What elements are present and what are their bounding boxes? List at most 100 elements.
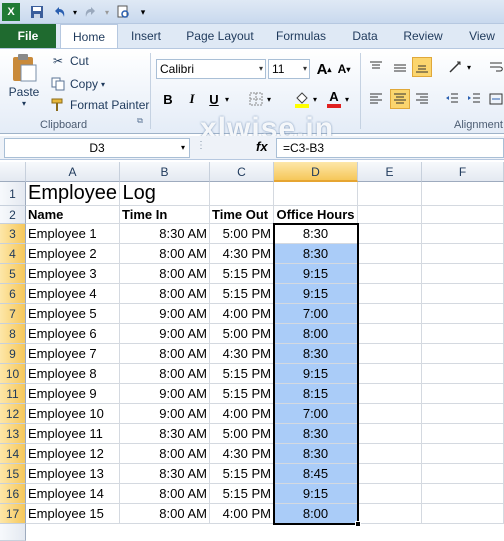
cell-d17[interactable]: 8:00 <box>274 504 358 524</box>
cell-a7[interactable]: Employee 5 <box>26 304 120 324</box>
cell-e5[interactable] <box>358 264 422 284</box>
row-header[interactable]: 2 <box>0 206 26 224</box>
cell-e16[interactable] <box>358 484 422 504</box>
increase-indent-button[interactable] <box>464 89 484 109</box>
row-header[interactable]: 1 <box>0 182 26 206</box>
cell-c11[interactable]: 5:15 PM <box>210 384 274 404</box>
font-color-button[interactable]: A <box>324 89 344 109</box>
cell-b15[interactable]: 8:30 AM <box>120 464 210 484</box>
cell-b6[interactable]: 8:00 AM <box>120 284 210 304</box>
cell-a10[interactable]: Employee 8 <box>26 364 120 384</box>
fill-color-button[interactable] <box>292 89 312 109</box>
cell-d10[interactable]: 9:15 <box>274 364 358 384</box>
customize-qat-icon[interactable]: ▾ <box>134 3 152 21</box>
formula-bar-grip-icon[interactable]: ⋮ <box>196 140 208 156</box>
cell-f3[interactable] <box>422 224 504 244</box>
tab-view[interactable]: View <box>464 24 500 48</box>
cell-d1[interactable] <box>274 182 358 206</box>
cell-c3[interactable]: 5:00 PM <box>210 224 274 244</box>
font-color-dropdown-icon[interactable]: ▾ <box>342 89 352 109</box>
cell-f2[interactable] <box>422 206 504 224</box>
cell-a12[interactable]: Employee 10 <box>26 404 120 424</box>
cell-f7[interactable] <box>422 304 504 324</box>
cell-a1[interactable]: Employee Log <box>26 182 156 206</box>
cell-f12[interactable] <box>422 404 504 424</box>
underline-dropdown-icon[interactable]: ▾ <box>222 89 232 109</box>
cell-c9[interactable]: 4:30 PM <box>210 344 274 364</box>
cell-b4[interactable]: 8:00 AM <box>120 244 210 264</box>
cut-button[interactable]: ✂ Cut <box>50 53 89 69</box>
cell-d13[interactable]: 8:30 <box>274 424 358 444</box>
column-header-a[interactable]: A <box>26 162 120 182</box>
cell-b2[interactable]: Time In <box>120 206 210 224</box>
tab-formulas[interactable]: Formulas <box>272 24 330 48</box>
row-header[interactable]: 17 <box>0 504 26 524</box>
top-align-button[interactable] <box>366 57 386 77</box>
cell-c10[interactable]: 5:15 PM <box>210 364 274 384</box>
excel-icon[interactable]: X <box>2 3 20 21</box>
cell-d12[interactable]: 7:00 <box>274 404 358 424</box>
cell-c6[interactable]: 5:15 PM <box>210 284 274 304</box>
grow-font-button[interactable]: A ▴ <box>314 59 334 79</box>
cell-a14[interactable]: Employee 12 <box>26 444 120 464</box>
column-header-c[interactable]: C <box>210 162 274 182</box>
underline-button[interactable]: U <box>204 89 224 109</box>
cell-c14[interactable]: 4:30 PM <box>210 444 274 464</box>
cell-f11[interactable] <box>422 384 504 404</box>
cell-d3[interactable]: 8:30 <box>274 224 358 244</box>
tab-page-layout[interactable]: Page Layout <box>180 24 260 48</box>
cell-a16[interactable]: Employee 14 <box>26 484 120 504</box>
italic-button[interactable]: I <box>182 89 202 109</box>
align-center-button[interactable] <box>390 89 410 109</box>
cell-b16[interactable]: 8:00 AM <box>120 484 210 504</box>
paste-button[interactable]: Paste ▾ <box>6 53 42 109</box>
name-box[interactable]: D3 ▾ <box>4 138 190 158</box>
insert-function-button[interactable]: fx <box>256 139 268 154</box>
tab-insert[interactable]: Insert <box>126 24 166 48</box>
cell-f10[interactable] <box>422 364 504 384</box>
row-header[interactable]: 8 <box>0 324 26 344</box>
tab-home[interactable]: Home <box>60 24 118 49</box>
cell-f13[interactable] <box>422 424 504 444</box>
cell-b5[interactable]: 8:00 AM <box>120 264 210 284</box>
cell-e17[interactable] <box>358 504 422 524</box>
cell-a17[interactable]: Employee 15 <box>26 504 120 524</box>
row-header[interactable]: 6 <box>0 284 26 304</box>
row-header[interactable]: 5 <box>0 264 26 284</box>
borders-dropdown-icon[interactable]: ▾ <box>264 89 274 109</box>
row-header[interactable]: 9 <box>0 344 26 364</box>
cell-a2[interactable]: Name <box>26 206 120 224</box>
cell-e15[interactable] <box>358 464 422 484</box>
clipboard-launcher-icon[interactable]: ⧉ <box>134 115 146 127</box>
row-header[interactable]: 10 <box>0 364 26 384</box>
copy-button[interactable]: Copy ▾ <box>50 76 105 92</box>
cell-c12[interactable]: 4:00 PM <box>210 404 274 424</box>
column-header-e[interactable]: E <box>358 162 422 182</box>
cell-e3[interactable] <box>358 224 422 244</box>
cell-d4[interactable]: 8:30 <box>274 244 358 264</box>
cell-e14[interactable] <box>358 444 422 464</box>
row-header[interactable]: 14 <box>0 444 26 464</box>
cell-e4[interactable] <box>358 244 422 264</box>
row-header[interactable]: 16 <box>0 484 26 504</box>
worksheet-grid[interactable]: A B C D E F 1 Employee Log 2 Name Time In Time Out O… <box>0 162 504 541</box>
row-header[interactable]: 11 <box>0 384 26 404</box>
column-header-b[interactable]: B <box>120 162 210 182</box>
cell-e2[interactable] <box>358 206 422 224</box>
cell-c8[interactable]: 5:00 PM <box>210 324 274 344</box>
orientation-dropdown-icon[interactable]: ▾ <box>464 57 474 77</box>
cell-b11[interactable]: 9:00 AM <box>120 384 210 404</box>
cell-d6[interactable]: 9:15 <box>274 284 358 304</box>
fill-color-dropdown-icon[interactable]: ▾ <box>310 89 320 109</box>
column-header-d[interactable]: D <box>274 162 358 182</box>
row-header[interactable]: 7 <box>0 304 26 324</box>
cell-e6[interactable] <box>358 284 422 304</box>
cell-a13[interactable]: Employee 11 <box>26 424 120 444</box>
row-header[interactable]: 4 <box>0 244 26 264</box>
cell-d9[interactable]: 8:30 <box>274 344 358 364</box>
cell-c15[interactable]: 5:15 PM <box>210 464 274 484</box>
cell-f4[interactable] <box>422 244 504 264</box>
cell-f5[interactable] <box>422 264 504 284</box>
cell-e1[interactable] <box>358 182 422 206</box>
cell-d8[interactable]: 8:00 <box>274 324 358 344</box>
